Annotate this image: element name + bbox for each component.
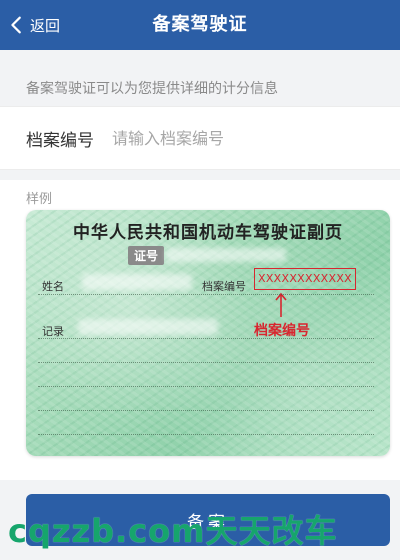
name-field-label: 姓名 [42, 280, 64, 293]
dossier-number-row: 档案编号 [0, 106, 400, 170]
dossier-field-label: 档案编号 [202, 280, 246, 293]
license-card-title: 中华人民共和国机动车驾驶证副页 [73, 223, 343, 243]
license-number-tag: 证号 [128, 246, 165, 265]
arrow-up-icon [275, 292, 287, 317]
blurred-record [78, 319, 218, 335]
dossier-number-label: 档案编号 [26, 130, 94, 151]
dossier-number-input[interactable] [112, 128, 362, 148]
card-rule-line [38, 434, 374, 435]
page-title: 备案驾驶证 [152, 14, 248, 35]
nav-bar: 返回 备案驾驶证 [0, 0, 400, 50]
sample-label: 样例 [26, 192, 53, 207]
submit-button[interactable]: 备案 [26, 494, 390, 546]
card-rule-line [38, 294, 374, 295]
page-description: 备案驾驶证可以为您提供详细的计分信息 [26, 81, 278, 97]
dossier-number-callout: 档案编号 [254, 323, 310, 339]
card-rule-line [38, 338, 374, 339]
blurred-license-number [166, 248, 286, 262]
sample-license-image: 中华人民共和国机动车驾驶证副页 证号 姓名 档案编号 XXXXXXXXXXXX … [26, 210, 390, 456]
sample-section: 样例 中华人民共和国机动车驾驶证副页 证号 姓名 档案编号 XXXXXXXXXX… [0, 180, 400, 480]
dossier-number-highlight: XXXXXXXXXXXX [254, 268, 356, 290]
record-field-label: 记录 [42, 325, 64, 338]
card-rule-line [38, 362, 374, 363]
card-rule-line [38, 410, 374, 411]
blurred-name [82, 274, 192, 290]
card-rule-line [38, 386, 374, 387]
